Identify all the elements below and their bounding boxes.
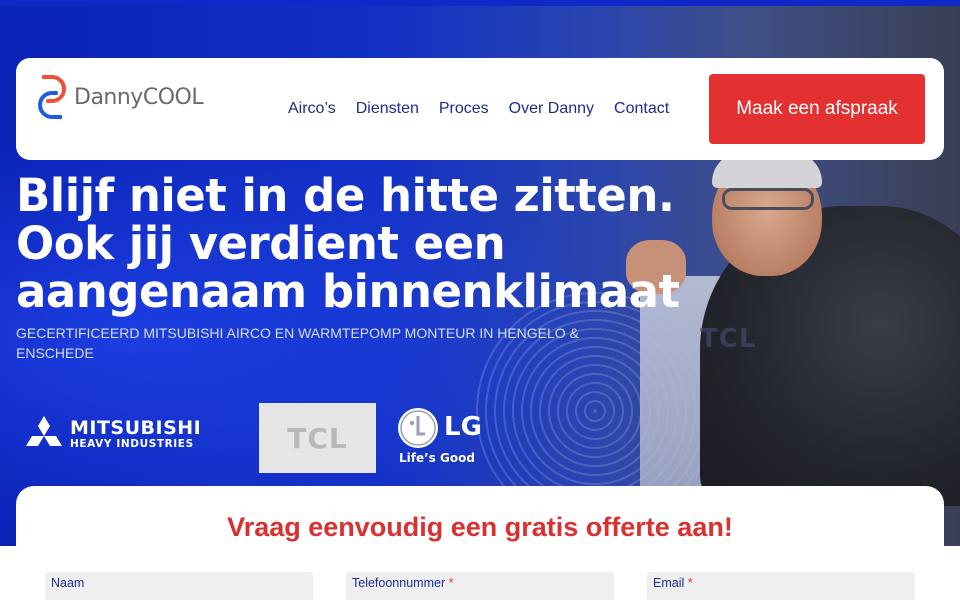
name-field[interactable]: Naam [45,572,313,600]
tcl-logo: TCL [259,403,376,473]
hero-photo-technician-glasses [722,188,814,210]
hero-subline: GECERTIFICEERD MITSUBISHI AIRCO EN WARMT… [16,325,579,361]
main-nav: Airco’s Diensten Proces Over Danny Conta… [278,96,679,122]
lg-wordmark: LG [444,412,482,442]
quote-form-title: Vraag eenvoudig een gratis offerte aan! [227,512,733,542]
mitsubishi-subname: HEAVY INDUSTRIES [70,438,194,450]
nav-item-proces[interactable]: Proces [439,96,489,122]
nav-item-over-danny[interactable]: Over Danny [509,96,594,122]
email-field-label-text: Email [653,576,685,590]
required-marker: * [687,576,693,590]
name-field-label: Naam [51,576,84,590]
nav-item-contact[interactable]: Contact [614,96,669,122]
hero-headline-line-2: Ook jij verdient een [16,217,506,270]
make-appointment-button[interactable]: Maak een afspraak [709,74,925,144]
lg-tagline: Life’s Good [399,451,475,465]
phone-field-label: Telefoonnummer * [352,576,453,590]
mitsubishi-logo: MITSUBISHI HEAVY INDUSTRIES [24,412,234,456]
dannycool-logo-text: DannyCOOL [74,84,204,110]
email-field[interactable]: Email * [647,572,915,600]
mitsubishi-wordmark: MITSUBISHI HEAVY INDUSTRIES [70,418,201,450]
hero-photo-unit-brand: TCL [700,324,757,354]
dannycool-logo[interactable]: DannyCOOL [34,72,214,122]
mitsubishi-diamonds-icon [24,414,64,454]
lg-face-icon [398,408,438,448]
hero-headline-line-1: Blijf niet in de hitte zitten. [16,169,675,222]
nav-item-aircos[interactable]: Airco’s [288,96,336,122]
nav-item-diensten[interactable]: Diensten [356,96,419,122]
phone-field[interactable]: Telefoonnummer * [346,572,614,600]
dannycool-logo-icon [34,74,70,120]
lg-logo: LG Life’s Good [396,406,496,468]
mitsubishi-name: MITSUBISHI [70,417,202,439]
hero-headline: Blijf niet in de hitte zitten. Ook jij v… [16,172,696,316]
phone-field-label-text: Telefoonnummer [352,576,446,590]
hero-headline-line-3: aangenaam binnenklimaat [16,265,680,318]
name-field-label-text: Naam [51,576,85,590]
email-field-label: Email * [653,576,693,590]
required-marker: * [448,576,454,590]
